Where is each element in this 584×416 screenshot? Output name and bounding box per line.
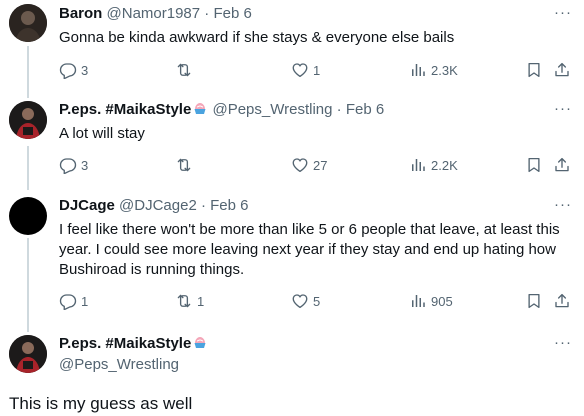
user-handle[interactable]: @Peps_Wrestling [59,356,179,373]
heart-icon [291,61,309,79]
reply-button[interactable]: 1 [59,291,88,311]
tweet-actions: 1 1 5 905 [59,291,571,311]
retweet-button[interactable]: 1 [175,291,204,311]
views-button[interactable]: 2.2K [409,155,458,175]
tweet-actions: 3 1 2.3K [59,60,571,80]
bookmark-icon [525,292,543,310]
more-icon[interactable]: ··· [554,335,572,356]
share-icon [553,61,571,79]
views-button[interactable]: 905 [409,291,453,311]
views-icon [409,61,427,79]
like-button[interactable]: 1 [291,60,320,80]
avatar[interactable] [9,101,47,139]
share-icon [553,156,571,174]
share-button[interactable] [553,291,571,311]
retweet-count: 1 [197,293,205,309]
separator: · [336,101,342,118]
like-count: 5 [313,293,321,309]
reply-button[interactable]: 3 [59,60,88,80]
avatar[interactable] [9,4,47,42]
like-count: 27 [313,157,328,173]
share-icon [553,292,571,310]
reply-icon [59,61,77,79]
user-handle[interactable]: @Namor1987 [107,5,201,22]
more-icon[interactable]: ··· [554,101,572,122]
reply-count: 3 [81,157,89,173]
tweet-header: DJCage @DJCage2 · Feb 6 [59,196,249,216]
reply-tweet[interactable]: P.eps. #MaikaStyle @Peps_Wrestling · Feb… [0,96,584,192]
tweet-date[interactable]: Feb 6 [346,101,384,118]
user-handle[interactable]: @DJCage2 [119,197,197,214]
display-name[interactable]: P.eps. #MaikaStyle [59,101,191,118]
reply-count: 3 [81,62,89,78]
reply-button[interactable]: 3 [59,155,88,175]
bookmark-icon [525,61,543,79]
like-button[interactable]: 5 [291,291,320,311]
more-icon[interactable]: ··· [554,197,572,218]
bookmark-button[interactable] [525,155,543,175]
views-count: 905 [431,293,453,309]
tweet-date[interactable]: Feb 6 [213,5,251,22]
user-handle[interactable]: @Peps_Wrestling [212,101,332,118]
avatar[interactable] [9,335,47,373]
tweet-actions: 3 27 2.2K [59,155,571,175]
reply-icon [59,292,77,310]
main-author-handle: @Peps_Wrestling [59,355,179,375]
reply-tweet[interactable]: Baron @Namor1987 · Feb 6 ··· Gonna be ki… [0,0,584,96]
avatar[interactable] [9,197,47,235]
like-button[interactable]: 27 [291,155,327,175]
views-icon [409,156,427,174]
tweet-date[interactable]: Feb 6 [210,197,248,214]
tweet-text: Gonna be kinda awkward if she stays & ev… [59,29,455,46]
avatar-image [9,335,47,373]
avatar-image [9,4,47,42]
reply-count: 1 [81,293,89,309]
avatar-image [9,101,47,139]
views-count: 2.3K [431,62,458,78]
tweet-header: Baron @Namor1987 · Feb 6 [59,4,252,24]
separator: · [204,5,210,22]
display-name[interactable]: DJCage [59,197,115,214]
reply-icon [59,156,77,174]
views-button[interactable]: 2.3K [409,60,458,80]
display-name[interactable]: P.eps. #MaikaStyle [59,335,191,352]
share-button[interactable] [553,60,571,80]
heart-icon [291,292,309,310]
views-icon [409,292,427,310]
tweet-header: P.eps. #MaikaStyle @Peps_Wrestling · Feb… [59,100,384,122]
heart-icon [291,156,309,174]
separator: · [200,197,206,214]
views-count: 2.2K [431,157,458,173]
shaved-ice-emoji [192,334,208,356]
tweet-text: I feel like there won't be more than lik… [59,221,560,278]
retweet-icon [175,61,193,79]
main-tweet-text: This is my guess as well [9,394,193,413]
retweet-button[interactable] [175,155,197,175]
bookmark-button[interactable] [525,60,543,80]
bookmark-icon [525,156,543,174]
retweet-icon [175,156,193,174]
display-name[interactable]: Baron [59,5,102,22]
retweet-button[interactable] [175,60,197,80]
retweet-icon [175,292,193,310]
bookmark-button[interactable] [525,291,543,311]
like-count: 1 [313,62,321,78]
tweet-text: A lot will stay [59,125,145,142]
more-icon[interactable]: ··· [554,5,572,26]
reply-tweet[interactable]: DJCage @DJCage2 · Feb 6 ··· I feel like … [0,192,584,330]
main-author-name: P.eps. #MaikaStyle [59,334,208,356]
shaved-ice-emoji [192,100,208,122]
share-button[interactable] [553,155,571,175]
